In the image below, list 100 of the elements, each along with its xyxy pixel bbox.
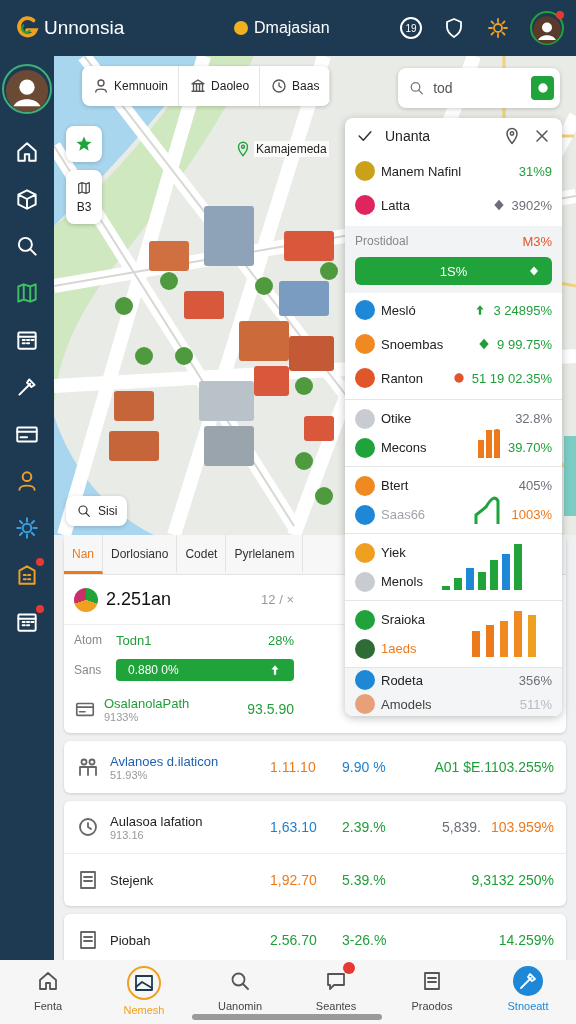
stat-name: Todn1 xyxy=(116,632,152,648)
tree-shape xyxy=(295,452,313,470)
item-name: Btert xyxy=(381,478,409,493)
favorite-button[interactable] xyxy=(66,126,102,162)
row-value: 5.39.% xyxy=(342,872,387,888)
item-value: 31%9 xyxy=(518,163,552,179)
section-value: M3% xyxy=(522,234,552,249)
settings-icon xyxy=(14,515,40,541)
item-value: 9 99.75% xyxy=(497,336,552,352)
nav-item[interactable]: Seantes xyxy=(301,966,371,1012)
cube-icon xyxy=(14,186,40,212)
item-name: Rodeta xyxy=(381,672,423,688)
tree-shape xyxy=(315,487,333,505)
item-name: Mesló xyxy=(381,302,416,318)
tree-shape xyxy=(320,262,338,280)
item-value: 405% xyxy=(518,478,552,493)
filter-chip[interactable]: Kemnuoin xyxy=(82,66,180,106)
settings-icon[interactable] xyxy=(486,16,510,40)
row-value: 9,3132 250% xyxy=(471,872,554,888)
row-value: 1,92.70 xyxy=(270,872,318,888)
map-icon xyxy=(14,280,40,306)
row-label: Sans xyxy=(74,663,103,677)
item-name: Menols xyxy=(381,574,423,589)
search-bar[interactable]: tod xyxy=(398,68,560,108)
building-shape xyxy=(184,291,224,319)
building-shape xyxy=(149,241,189,271)
dot-icon xyxy=(535,81,550,95)
coin-icon xyxy=(234,21,248,35)
dot-icon xyxy=(451,371,466,385)
place-label: Kamajemeda xyxy=(254,141,329,157)
avatar-icon xyxy=(74,587,98,612)
diamond-icon xyxy=(528,265,540,277)
notification-count-button[interactable]: 19 xyxy=(400,17,422,39)
row-value: 3-26.% xyxy=(342,932,388,948)
person-icon xyxy=(92,77,110,95)
item-name: 1aeds xyxy=(381,641,417,656)
clock-icon xyxy=(76,815,100,839)
item-name: Yiek xyxy=(381,545,406,560)
meta-text: 12 / × xyxy=(261,592,294,607)
tree-shape xyxy=(295,377,313,395)
tab[interactable]: Pyrlelanem xyxy=(226,535,304,574)
nav-item[interactable]: Stnoeatt xyxy=(493,966,563,1012)
home-icon xyxy=(36,969,60,993)
nav-item[interactable]: Fenta xyxy=(13,966,83,1012)
building-shape xyxy=(109,431,159,461)
path-subtext: 9133% xyxy=(104,710,140,723)
item-value: 51 19 02.35% xyxy=(471,370,552,386)
item-name: Saas66 xyxy=(381,507,426,522)
item-value: 32.8% xyxy=(515,411,552,426)
nav-item[interactable]: Praodos xyxy=(397,966,467,1012)
item-value: 3 24895% xyxy=(493,302,552,318)
row-value: A01 $E.1103.255% xyxy=(434,759,554,775)
sparkline-drawing xyxy=(474,495,500,525)
row-value: 14.259% xyxy=(498,932,554,948)
building-shape xyxy=(204,206,254,266)
row-subtext: 51.93% xyxy=(110,768,149,781)
building-shape xyxy=(279,281,329,316)
building-shape xyxy=(289,336,334,371)
item-value: 39.70% xyxy=(507,440,552,455)
filter-chip[interactable]: Baas xyxy=(260,66,331,106)
row-value: 103.959% xyxy=(490,819,554,835)
row-value: 2.39.% xyxy=(342,819,387,835)
panel-title: Unanta xyxy=(385,128,432,144)
tree-shape xyxy=(115,297,133,315)
row-value: 2.56.70 xyxy=(270,932,318,948)
item-name: Latta xyxy=(381,197,410,213)
stat-value: 28% xyxy=(267,632,294,648)
progress-reading: 0.880 0% xyxy=(128,663,180,677)
item-value: 511% xyxy=(519,696,552,712)
row-subtext: 913.16 xyxy=(110,828,145,841)
row-value: 9.90 % xyxy=(342,759,387,775)
item-name: Mecons xyxy=(381,440,427,455)
path-name: OsalanolaPath xyxy=(104,695,190,711)
item-name: Sraioka xyxy=(381,612,426,627)
row-title: Stejenk xyxy=(110,872,155,888)
item-value: 356% xyxy=(518,672,552,688)
search-chip[interactable]: Sisi xyxy=(66,496,128,526)
row-value: 1,63.10 xyxy=(270,819,318,835)
tree-shape xyxy=(160,272,178,290)
tab[interactable]: Dorlosiano xyxy=(103,535,178,574)
map-icon xyxy=(76,180,92,196)
row-value: 5,839. xyxy=(442,819,481,835)
section-label: Prostidoal xyxy=(355,234,409,249)
search-icon xyxy=(408,79,426,97)
building-shape xyxy=(284,231,334,261)
building-shape xyxy=(114,391,154,421)
building-shape xyxy=(304,416,334,441)
item-name: Manem Nafinl xyxy=(381,163,462,179)
filter-chip[interactable]: Daoleo xyxy=(179,66,261,106)
item-name: Snoembas xyxy=(381,336,444,352)
profile-avatar[interactable] xyxy=(530,11,564,45)
locate-button[interactable] xyxy=(531,76,554,100)
zoom-control[interactable]: B3 xyxy=(66,170,102,224)
search-field[interactable]: tod xyxy=(431,79,526,97)
nav-item[interactable]: Uanomin xyxy=(205,966,275,1012)
amount-text: 2.251an xyxy=(106,589,172,610)
clock-icon xyxy=(270,77,289,95)
profile-avatar[interactable] xyxy=(2,64,52,114)
row-title: Avlanoes d.ilaticon xyxy=(110,753,220,769)
tab[interactable]: Codet xyxy=(177,535,227,574)
